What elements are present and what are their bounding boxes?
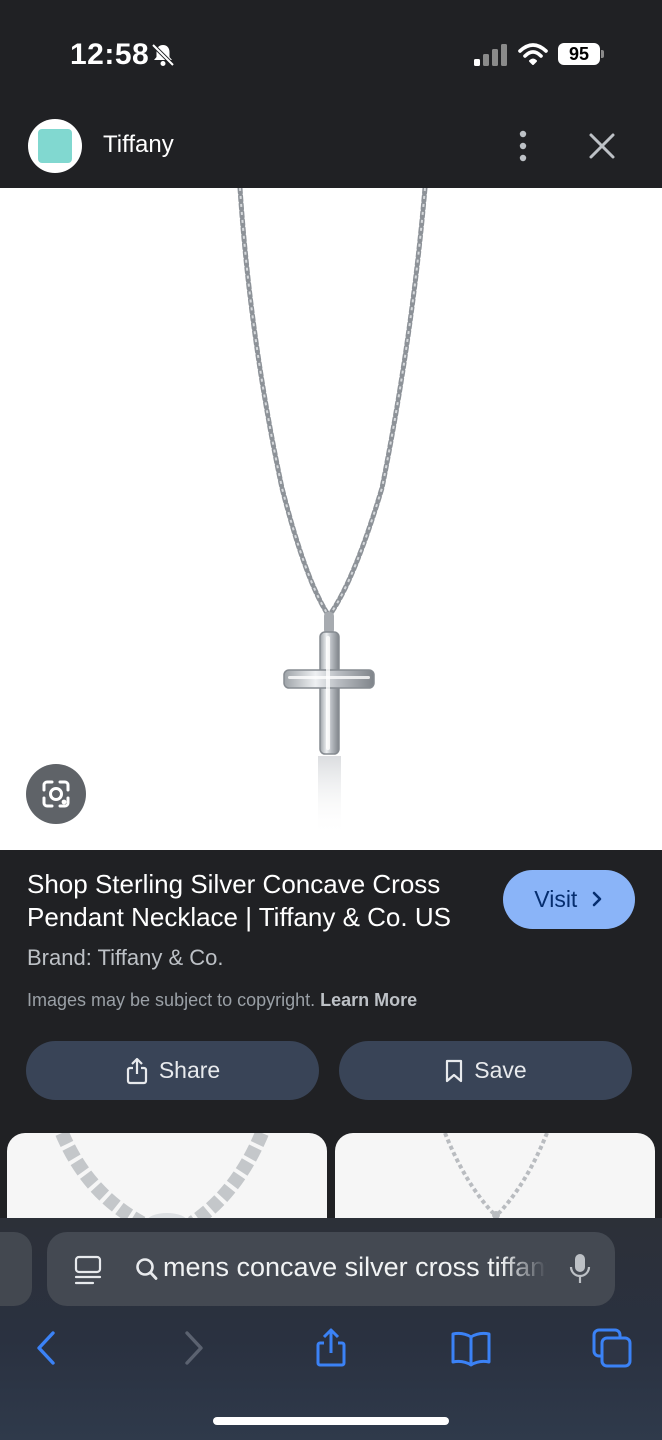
back-icon[interactable] [28,1328,68,1368]
copyright-text: Images may be subject to copyright. [27,990,316,1010]
bookmark-icon [446,1059,463,1082]
address-text[interactable]: mens concave silver cross tiffany [163,1252,547,1283]
bell-slash-icon [151,43,175,67]
search-icon [136,1258,158,1280]
status-bar: 12:58 95 [0,0,662,108]
chevron-right-icon [592,891,602,907]
tabs-icon[interactable] [592,1328,632,1368]
brand-label: Brand: Tiffany & Co. [27,945,224,970]
home-indicator[interactable] [213,1417,449,1425]
source-name[interactable]: Tiffany [103,131,174,159]
share-icon [126,1057,147,1084]
wifi-icon [518,43,548,65]
visit-label: Visit [534,886,578,912]
share-button[interactable]: Share [26,1041,319,1100]
bookmarks-icon[interactable] [451,1328,491,1368]
product-image[interactable] [0,188,662,850]
share-icon[interactable] [311,1328,351,1368]
save-button[interactable]: Save [339,1041,632,1100]
battery-icon: 95 [558,43,600,65]
source-header: Tiffany [0,108,662,188]
browser-toolbar: mens concave silver cross tiffany [0,1218,662,1440]
lens-icon [42,780,70,808]
more-vertical-icon[interactable] [512,128,534,164]
address-bar[interactable]: mens concave silver cross tiffany [47,1232,615,1306]
battery-tip [601,50,604,58]
tiffany-logo-icon [38,129,72,163]
result-title[interactable]: Shop Sterling Silver Concave Cross Penda… [27,868,487,934]
forward-icon[interactable] [172,1328,212,1368]
cellular-signal-icon [474,44,507,66]
visit-button[interactable]: Visit [503,870,635,929]
close-icon[interactable] [586,130,618,162]
save-label: Save [474,1057,527,1083]
lens-search-button[interactable] [26,764,86,824]
share-label: Share [158,1057,221,1083]
status-time: 12:58 [70,38,150,71]
cross-necklace-image [237,188,428,836]
previous-tab-peek[interactable] [0,1232,32,1306]
source-favicon[interactable] [28,119,82,173]
microphone-icon[interactable] [569,1252,591,1286]
copyright-notice: Images may be subject to copyright. Lear… [27,990,417,1011]
reader-icon[interactable] [73,1254,103,1286]
learn-more-link[interactable]: Learn More [320,990,417,1010]
